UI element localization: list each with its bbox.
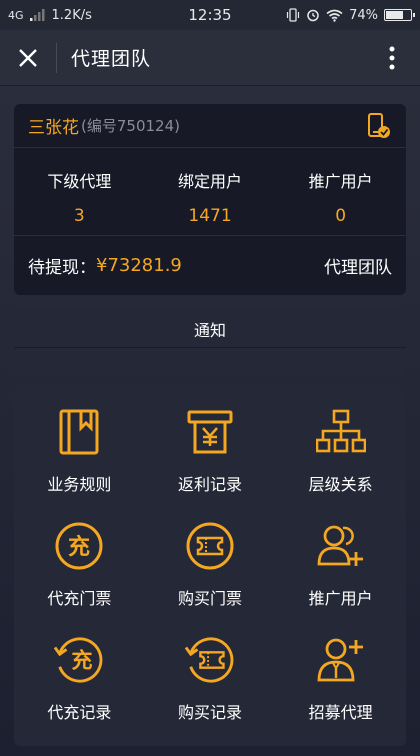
menu-rebate-records[interactable]: 返利记录 [145,407,276,521]
ticket-icon [186,522,234,570]
menu-purchase-history[interactable]: 购买记录 [145,635,276,749]
menu-label: 业务规则 [47,475,112,494]
withdraw-row: 待提现： ¥73281.9 代理团队 [14,236,406,294]
network-type: 4G [8,8,24,22]
menu-label: 返利记录 [177,475,242,494]
close-icon [19,48,37,67]
agent-card: 三张花 (编号750124) 下级代理 3 绑定用户 1471 推广用户 0 待… [14,104,406,295]
stat-bound-users[interactable]: 绑定用户 1471 [145,148,276,235]
stats-row: 下级代理 3 绑定用户 1471 推广用户 0 [14,148,406,236]
status-bar: 4G 1.2K/s 12:35 74% [0,0,420,30]
recharge-icon: 充 [55,522,103,570]
close-button[interactable] [0,30,56,86]
menu-business-rules[interactable]: 业务规则 [14,407,145,521]
agent-team-link[interactable]: 代理团队 [324,253,392,278]
menu-grid: 业务规则 返利记录 层级关系 充 代充门票 购买门票 推广用户 充 代充记录 购… [14,391,406,749]
menu-label: 购买记录 [177,703,242,722]
agent-id: (编号750124) [81,117,180,135]
stat-label: 下级代理 [47,172,112,191]
battery-icon [384,9,415,21]
content-area: 三张花 (编号750124) 下级代理 3 绑定用户 1471 推广用户 0 待… [0,86,420,756]
purchase-history-icon [184,637,234,683]
more-button[interactable] [364,30,420,86]
more-vertical-icon [389,46,395,69]
withdraw-amount: ¥73281.9 [96,254,182,276]
page-title: 代理团队 [71,48,152,70]
recruit-agent-icon [317,638,363,682]
wifi-icon [326,9,343,22]
alarm-icon [307,9,319,22]
menu-recharge-tickets[interactable]: 充 代充门票 [14,521,145,635]
svg-text:充: 充 [68,534,90,560]
stat-value: 3 [73,206,85,226]
stat-label: 推广用户 [308,172,373,191]
menu-label: 购买门票 [177,589,242,608]
title-divider [56,42,57,73]
menu-recharge-history[interactable]: 充 代充记录 [14,635,145,749]
signal-icon [29,9,45,21]
agent-header: 三张花 (编号750124) [14,104,406,148]
network-speed: 1.2K/s [51,7,92,23]
svg-text:充: 充 [72,648,93,673]
menu-recruit-agent[interactable]: 招募代理 [275,635,406,749]
menu-label: 招募代理 [308,703,373,722]
notice-title: 通知 [14,310,406,348]
withdraw-label: 待提现： [28,257,96,278]
add-users-icon [317,525,363,566]
stat-label: 绑定用户 [178,172,243,191]
recharge-history-icon: 充 [54,637,103,683]
title-bar: 代理团队 [0,30,420,86]
vibrate-icon [286,8,300,22]
menu-label: 代充门票 [47,589,112,608]
phone-verified-icon[interactable] [364,112,392,140]
stat-value: 1471 [188,206,232,226]
menu-buy-tickets[interactable]: 购买门票 [145,521,276,635]
hierarchy-icon [315,409,366,453]
stat-sub-agents[interactable]: 下级代理 3 [14,148,145,235]
agent-name: 三张花 [28,118,79,138]
stat-promoted-users[interactable]: 推广用户 0 [275,148,406,235]
stat-value: 0 [335,206,347,226]
menu-hierarchy[interactable]: 层级关系 [275,407,406,521]
notice-card[interactable]: 通知 [14,310,406,376]
book-icon [59,409,99,455]
rebate-icon [187,410,233,454]
battery-percent: 74% [349,7,378,23]
menu-label: 层级关系 [308,475,373,494]
menu-label: 推广用户 [308,589,373,608]
menu-grid-card: 业务规则 返利记录 层级关系 充 代充门票 购买门票 推广用户 充 代充记录 购… [14,391,406,746]
menu-promote-users[interactable]: 推广用户 [275,521,406,635]
menu-label: 代充记录 [47,703,112,722]
